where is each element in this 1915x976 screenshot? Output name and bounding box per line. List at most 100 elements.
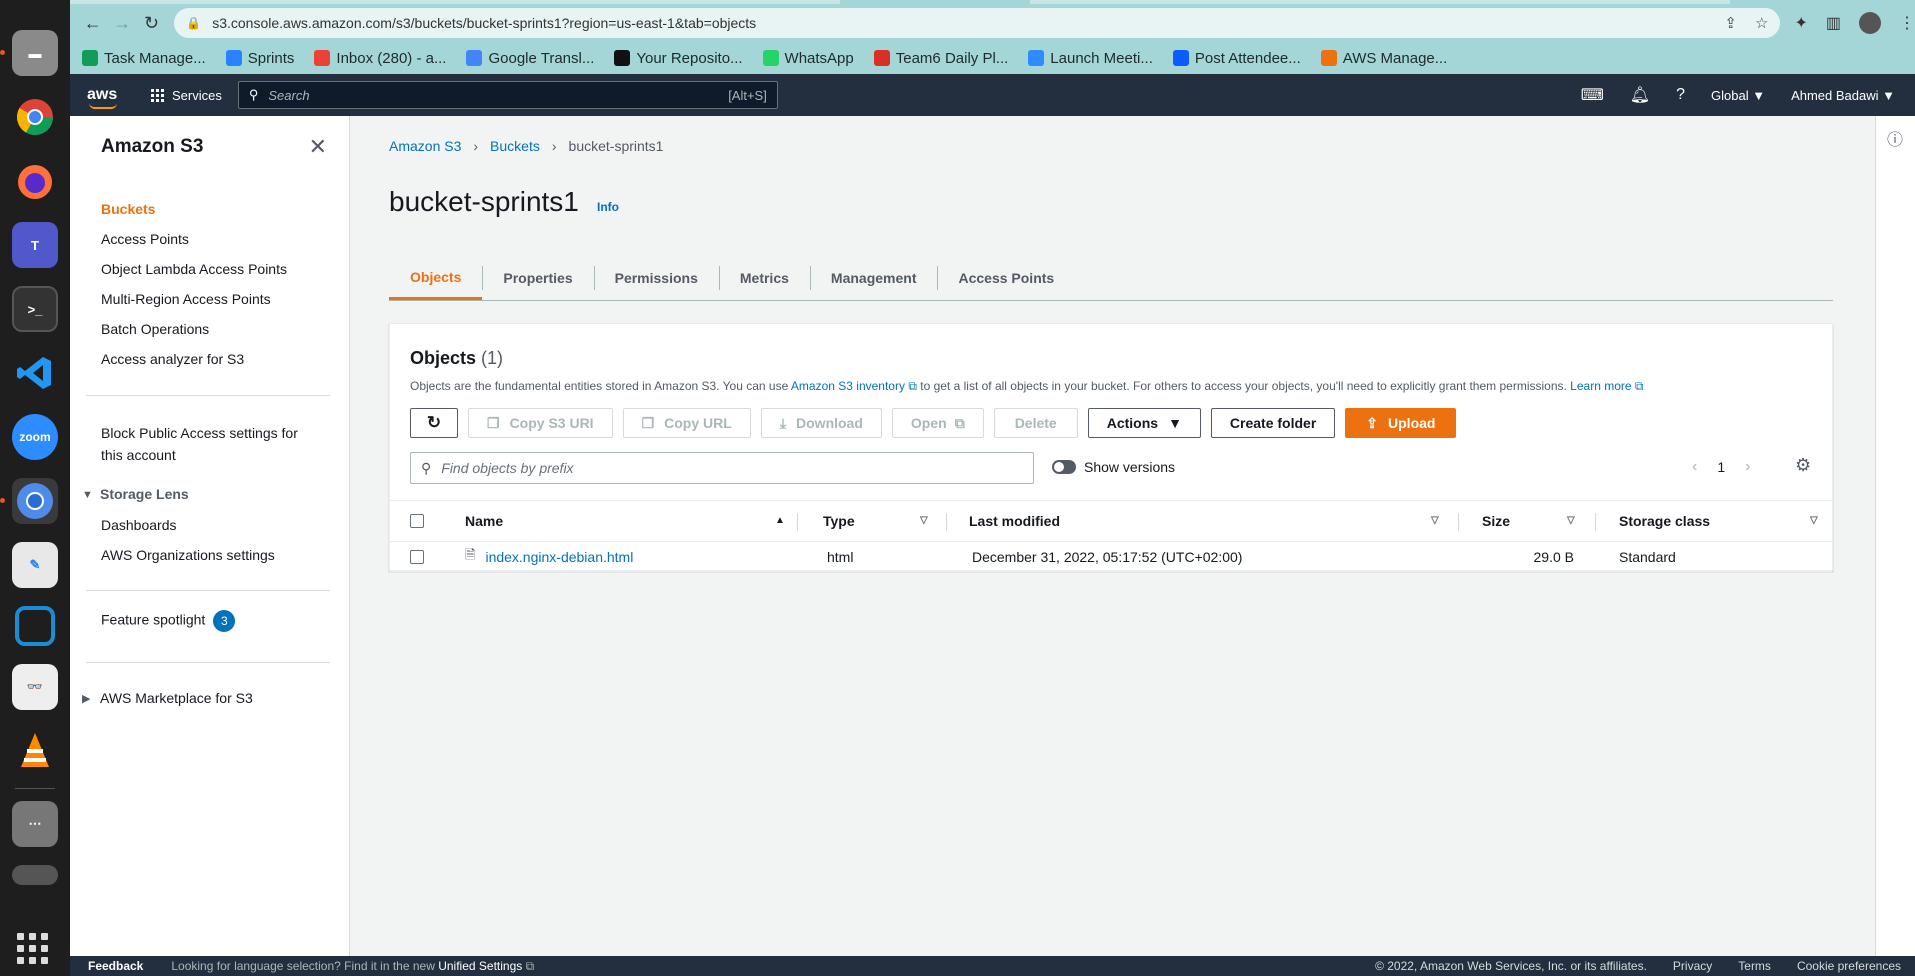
chevron-left-icon[interactable]: ‹ bbox=[1692, 458, 1697, 476]
sort-ascending-icon[interactable]: ▲ bbox=[775, 515, 785, 526]
learn-more-link[interactable]: Learn more bbox=[1570, 379, 1631, 393]
vscode-app-icon[interactable] bbox=[12, 350, 58, 396]
sidebar-item-batch-operations[interactable]: Batch Operations bbox=[101, 321, 209, 337]
close-icon[interactable]: ✕ bbox=[309, 134, 327, 160]
cloudshell-icon[interactable]: ⌨ bbox=[1581, 85, 1604, 105]
sort-icon[interactable]: ▽ bbox=[1567, 515, 1575, 526]
info-circle-icon[interactable]: ⓘ bbox=[1887, 126, 1903, 150]
extensions-icon[interactable]: ✦ bbox=[1794, 13, 1807, 33]
forward-icon[interactable]: → bbox=[107, 8, 136, 38]
text-editor-app-icon[interactable]: ✎ bbox=[12, 542, 58, 588]
help-icon[interactable]: ? bbox=[1676, 86, 1685, 104]
address-bar[interactable]: 🔒 s3.console.aws.amazon.com/s3/buckets/b… bbox=[174, 8, 1781, 38]
tab-metrics[interactable]: Metrics bbox=[718, 256, 810, 300]
open-button[interactable]: Open ⧉ bbox=[891, 408, 984, 438]
services-menu[interactable]: Services bbox=[151, 88, 222, 103]
delete-button[interactable]: Delete bbox=[993, 408, 1078, 438]
firefox-app-icon[interactable] bbox=[12, 158, 58, 204]
chevron-right-icon[interactable]: › bbox=[1745, 458, 1750, 476]
sidebar-item-multi-region[interactable]: Multi-Region Access Points bbox=[101, 291, 271, 307]
notifications-bell-icon[interactable]: 🔔︎ bbox=[1630, 85, 1650, 105]
table-row[interactable]: 🗎 index.nginx-debian.html html December 3… bbox=[390, 542, 1832, 572]
caret-down-icon[interactable]: ▼ bbox=[82, 489, 93, 501]
tab-permissions[interactable]: Permissions bbox=[593, 256, 719, 300]
sidebar-item-object-lambda[interactable]: Object Lambda Access Points bbox=[101, 261, 287, 277]
trash-app-icon[interactable] bbox=[12, 865, 58, 885]
col-name[interactable]: Name bbox=[465, 513, 503, 529]
actions-dropdown[interactable]: Actions ▼ bbox=[1087, 408, 1201, 438]
inventory-link[interactable]: Amazon S3 inventory bbox=[791, 379, 905, 393]
breadcrumb-amazon-s3[interactable]: Amazon S3 bbox=[389, 138, 461, 154]
create-folder-button[interactable]: Create folder bbox=[1210, 408, 1336, 438]
sidebar-item-block-public-access[interactable]: Block Public Access settings for this ac… bbox=[101, 422, 298, 466]
sidebar-item-dashboards[interactable]: Dashboards bbox=[101, 517, 177, 533]
menu-kebab-icon[interactable]: ⋮ bbox=[1899, 13, 1915, 33]
account-menu[interactable]: Ahmed Badawi ▼ bbox=[1791, 88, 1895, 103]
copy-s3-uri-button[interactable]: ❐ Copy S3 URI bbox=[468, 408, 613, 438]
download-button[interactable]: ⤓ Download bbox=[760, 408, 882, 438]
sort-icon[interactable]: ▽ bbox=[1431, 515, 1439, 526]
aws-search-input[interactable]: ⚲ Search [Alt+S] bbox=[237, 81, 778, 109]
sidebar-item-access-points[interactable]: Access Points bbox=[101, 231, 189, 247]
caret-right-icon[interactable]: ▶ bbox=[82, 692, 90, 705]
select-all-checkbox[interactable] bbox=[410, 514, 424, 528]
row-checkbox[interactable] bbox=[410, 550, 424, 564]
col-size[interactable]: Size bbox=[1482, 513, 1510, 529]
document-viewer-app-icon[interactable]: 👓 bbox=[12, 664, 58, 710]
bookmark-item[interactable]: Sprints bbox=[225, 50, 294, 67]
bookmark-item[interactable]: Task Manage... bbox=[82, 50, 206, 67]
sidebar-item-feature-spotlight[interactable]: Feature spotlight 3 bbox=[101, 610, 236, 632]
bookmark-item[interactable]: Post Attendee... bbox=[1172, 50, 1301, 67]
terminal-app-icon[interactable]: >_ bbox=[12, 286, 58, 332]
col-type[interactable]: Type bbox=[823, 513, 855, 529]
show-apps-icon[interactable] bbox=[17, 933, 48, 964]
side-panel-icon[interactable]: ▥ bbox=[1826, 13, 1841, 33]
files-app-icon[interactable]: ▬ bbox=[0, 30, 58, 76]
tab-properties[interactable]: Properties bbox=[482, 256, 593, 300]
gear-icon[interactable]: ⚙ bbox=[1795, 455, 1811, 476]
bookmark-item[interactable]: Google Transl... bbox=[466, 50, 594, 67]
bookmark-star-icon[interactable]: ☆ bbox=[1755, 14, 1768, 32]
tab-objects[interactable]: Objects bbox=[389, 256, 483, 300]
unified-settings-link[interactable]: Unified Settings bbox=[438, 959, 522, 973]
region-selector[interactable]: Global ▼ bbox=[1711, 88, 1765, 103]
bookmark-item[interactable]: Team6 Daily Pl... bbox=[873, 50, 1008, 67]
tab-access-points[interactable]: Access Points bbox=[937, 256, 1075, 300]
terms-link[interactable]: Terms bbox=[1738, 959, 1771, 973]
virtualbox-app-icon[interactable] bbox=[15, 606, 55, 646]
info-link[interactable]: Info bbox=[597, 200, 619, 214]
refresh-button[interactable]: ↻ bbox=[410, 408, 458, 438]
toggle-switch[interactable] bbox=[1052, 460, 1076, 474]
zoom-app-icon[interactable]: zoom bbox=[12, 414, 58, 460]
sidebar-item-org-settings[interactable]: AWS Organizations settings bbox=[101, 547, 275, 563]
bookmark-item[interactable]: WhatsApp bbox=[762, 50, 854, 67]
share-icon[interactable]: ⇪ bbox=[1724, 14, 1737, 32]
upload-button[interactable]: ⇪ Upload bbox=[1345, 408, 1457, 438]
sidebar-section-storage-lens[interactable]: Storage Lens bbox=[100, 486, 189, 502]
chrome-active-app-icon[interactable] bbox=[0, 478, 58, 524]
privacy-link[interactable]: Privacy bbox=[1673, 959, 1712, 973]
bookmark-item[interactable]: AWS Manage... bbox=[1320, 50, 1447, 67]
disks-app-icon[interactable]: ⋯ bbox=[12, 801, 58, 847]
feedback-link[interactable]: Feedback bbox=[88, 959, 143, 973]
copy-url-button[interactable]: ❐ Copy URL bbox=[622, 408, 751, 438]
col-storage-class[interactable]: Storage class bbox=[1619, 513, 1710, 529]
breadcrumb-buckets[interactable]: Buckets bbox=[490, 138, 540, 154]
find-objects-input[interactable]: ⚲ Find objects by prefix bbox=[410, 452, 1034, 484]
sort-icon[interactable]: ▽ bbox=[920, 515, 928, 526]
teams-app-icon[interactable]: T bbox=[12, 222, 58, 268]
show-versions-toggle[interactable]: Show versions bbox=[1052, 459, 1175, 475]
bookmark-item[interactable]: Your Reposito... bbox=[614, 50, 743, 67]
cookie-preferences-link[interactable]: Cookie preferences bbox=[1797, 959, 1901, 973]
sidebar-item-marketplace[interactable]: AWS Marketplace for S3 bbox=[100, 690, 253, 706]
sidebar-item-buckets[interactable]: Buckets bbox=[101, 201, 155, 217]
col-last-modified[interactable]: Last modified bbox=[969, 513, 1060, 529]
bookmark-item[interactable]: Inbox (280) - a... bbox=[314, 50, 446, 67]
sort-icon[interactable]: ▽ bbox=[1810, 515, 1818, 526]
chrome-app-icon[interactable] bbox=[12, 94, 58, 140]
page-number[interactable]: 1 bbox=[1717, 459, 1725, 475]
vlc-app-icon[interactable] bbox=[12, 728, 58, 774]
tab-management[interactable]: Management bbox=[809, 256, 938, 300]
reload-icon[interactable]: ↻ bbox=[137, 8, 166, 38]
sidebar-item-access-analyzer[interactable]: Access analyzer for S3 bbox=[101, 351, 244, 367]
